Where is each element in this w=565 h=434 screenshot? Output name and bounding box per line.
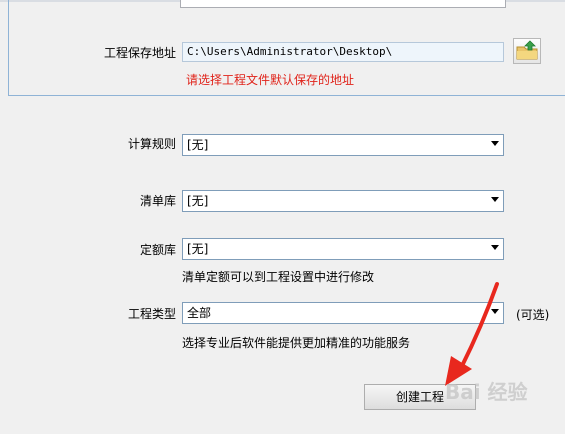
baidu-jingyan-watermark: Bai 经验 bbox=[445, 380, 528, 404]
red-arrow-annotation bbox=[445, 282, 499, 386]
